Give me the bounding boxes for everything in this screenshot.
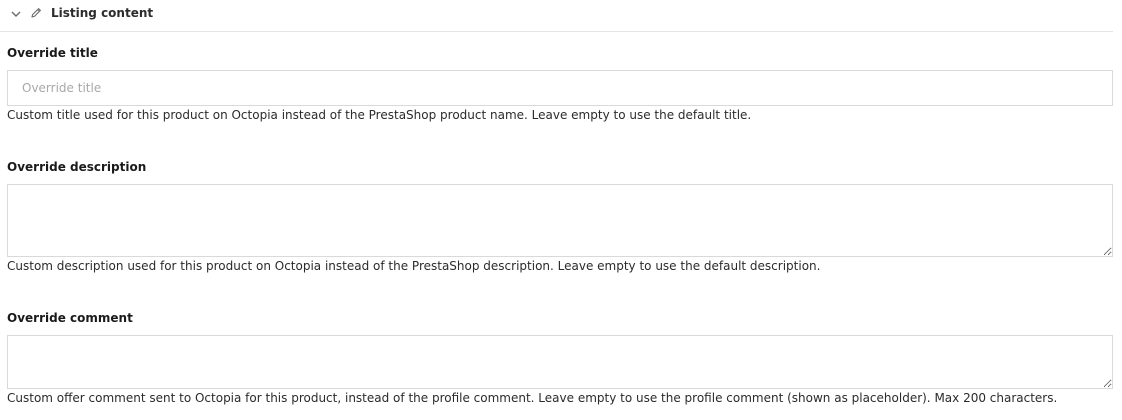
override-title-input[interactable] [7, 70, 1113, 106]
chevron-down-icon[interactable] [10, 8, 22, 20]
pencil-icon [31, 8, 41, 18]
override-comment-help: Custom offer comment sent to Octopia for… [7, 391, 1058, 405]
override-description-textarea[interactable] [7, 184, 1113, 257]
override-comment-textarea[interactable] [7, 335, 1113, 389]
section-title: Listing content [51, 6, 154, 20]
override-comment-label: Override comment [7, 311, 133, 325]
override-description-label: Override description [7, 160, 147, 174]
override-description-help: Custom description used for this product… [7, 259, 821, 273]
listing-content-panel: Listing content Override title Custom ti… [0, 0, 1122, 420]
override-title-label: Override title [7, 46, 98, 60]
override-title-help: Custom title used for this product on Oc… [7, 108, 752, 122]
listing-content-header[interactable]: Listing content [0, 0, 1113, 32]
